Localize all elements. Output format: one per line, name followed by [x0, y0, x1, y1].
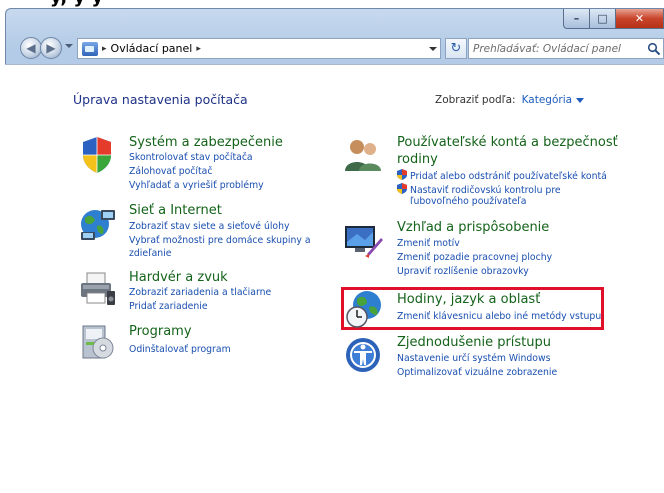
window-controls: – □ ✕ — [563, 9, 664, 29]
recent-pages-dropdown[interactable] — [65, 44, 73, 48]
link-add-device[interactable]: Pridať zariadenie — [129, 301, 208, 312]
refresh-icon: ↻ — [450, 41, 462, 56]
refresh-button[interactable]: ↻ — [445, 38, 467, 59]
link-add-remove-accounts[interactable]: Pridať alebo odstrániť používateľské kon… — [397, 169, 607, 182]
search-icon[interactable] — [647, 42, 661, 56]
category-title-users[interactable]: Používateľské kontá a bezpečnosť — [397, 135, 618, 150]
top-fragment-text: y, y y — [50, 0, 103, 8]
category-title-users-cont[interactable]: rodiny — [397, 152, 438, 167]
breadcrumb-separator[interactable]: ▸ — [102, 44, 107, 54]
search-input[interactable] — [469, 42, 645, 55]
link-optimize-display[interactable]: Optimalizovať vizuálne zobrazenie — [397, 367, 557, 378]
address-dropdown-icon[interactable] — [429, 47, 437, 51]
minimize-button[interactable]: – — [563, 9, 590, 29]
forward-button[interactable]: ▶ — [40, 37, 62, 59]
category-title-programs[interactable]: Programy — [129, 324, 192, 339]
top-strip: y, y y — [0, 0, 664, 8]
category-title-system[interactable]: Systém a zabezpečenie — [129, 135, 283, 150]
category-title-ease[interactable]: Zjednodušenie prístupu — [397, 335, 551, 350]
maximize-button[interactable]: □ — [590, 9, 616, 29]
link-parental-controls[interactable]: Nastaviť rodičovskú kontrolu pre — [397, 183, 561, 196]
close-button[interactable]: ✕ — [616, 9, 664, 29]
link-troubleshoot[interactable]: Vyhľadať a vyriešiť problémy — [129, 180, 264, 191]
forward-arrow-icon: ▶ — [46, 41, 56, 55]
link-adjust-resolution[interactable]: Upraviť rozlíšenie obrazovky — [397, 266, 529, 277]
link-sharing[interactable]: zdieľanie — [129, 248, 171, 259]
link-parental-controls-cont[interactable]: ľubovoľného používateľa — [410, 196, 526, 207]
back-button[interactable]: ◀ — [20, 37, 42, 59]
back-arrow-icon: ◀ — [26, 41, 36, 55]
category-title-network[interactable]: Sieť a Internet — [129, 203, 222, 218]
appearance-icon[interactable] — [343, 220, 383, 260]
programs-icon[interactable] — [77, 322, 117, 362]
close-icon: ✕ — [634, 12, 645, 25]
maximize-icon: □ — [597, 12, 608, 25]
link-homegroup[interactable]: Vybrať možnosti pre domáce skupiny a — [129, 235, 311, 246]
page-title: Úprava nastavenia počítača — [73, 92, 248, 107]
minimize-icon: – — [573, 12, 580, 25]
control-panel-icon — [82, 41, 98, 56]
users-icon[interactable] — [343, 135, 383, 175]
clock-globe-icon[interactable] — [345, 289, 385, 329]
link-devices-printers[interactable]: Zobraziť zariadenia a tlačiarne — [129, 287, 271, 298]
view-by-label: Zobraziť podľa: — [435, 94, 516, 106]
link-network-status[interactable]: Zobraziť stav siete a sieťové úlohy — [129, 221, 290, 232]
printer-icon[interactable] — [77, 269, 117, 309]
dropdown-caret-icon[interactable] — [576, 97, 585, 103]
category-title-appearance[interactable]: Vzhľad a prispôsobenie — [397, 220, 549, 235]
link-uninstall-program[interactable]: Odinštalovať program — [129, 344, 231, 355]
control-panel-content: Úprava nastavenia počítača Zobraziť podľ… — [5, 64, 664, 493]
link-change-background[interactable]: Zmeniť pozadie pracovnej plochy — [397, 252, 552, 263]
breadcrumb-control-panel[interactable]: Ovládací panel — [111, 42, 193, 55]
search-box[interactable] — [468, 38, 664, 59]
link-parental-controls-label[interactable]: Nastaviť rodičovskú kontrolu pre — [410, 185, 561, 196]
uac-shield-icon — [397, 169, 407, 180]
view-by: Zobraziť podľa: Kategória — [435, 94, 585, 106]
shield-icon[interactable] — [77, 135, 117, 175]
ease-of-access-icon[interactable] — [343, 335, 383, 375]
network-icon[interactable] — [77, 204, 117, 244]
uac-shield-icon — [397, 183, 407, 194]
category-title-hardware[interactable]: Hardvér a zvuk — [129, 270, 228, 285]
link-check-status[interactable]: Skontrolovať stav počítača — [129, 152, 253, 163]
link-windows-suggest[interactable]: Nastavenie určí systém Windows — [397, 353, 550, 364]
category-title-clock[interactable]: Hodiny, jazyk a oblasť — [397, 292, 540, 307]
link-change-keyboard[interactable]: Zmeniť klávesnicu alebo iné metódy vstup… — [397, 311, 601, 322]
link-backup[interactable]: Zálohovať počítač — [129, 166, 212, 177]
address-bar[interactable]: ▸ Ovládací panel ▸ — [77, 38, 441, 59]
navigation-bar: ◀ ▶ ▸ Ovládací panel ▸ ↻ — [5, 36, 664, 62]
link-change-theme[interactable]: Zmeniť motív — [397, 238, 460, 249]
breadcrumb-separator-trailing[interactable]: ▸ — [196, 44, 201, 54]
link-add-remove-accounts-label[interactable]: Pridať alebo odstrániť používateľské kon… — [410, 171, 607, 182]
view-by-dropdown[interactable]: Kategória — [522, 94, 572, 106]
